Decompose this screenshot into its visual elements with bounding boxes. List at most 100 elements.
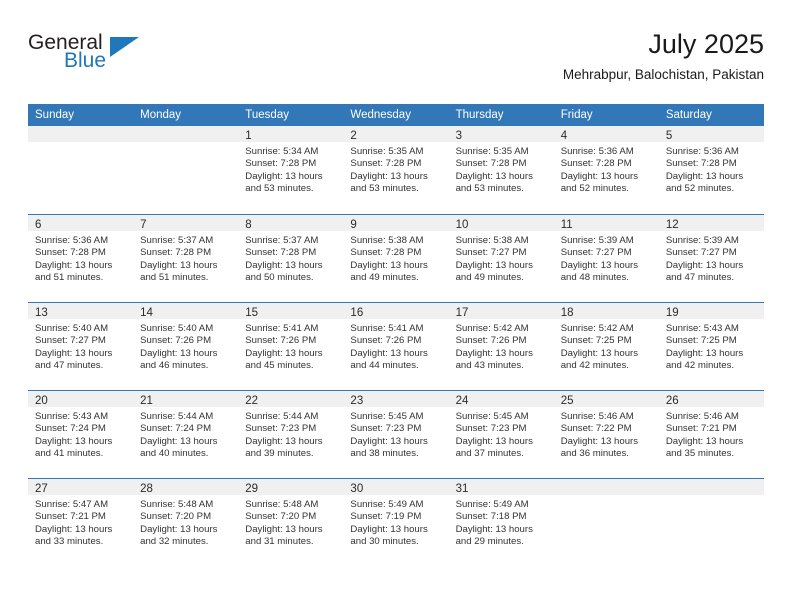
day-number-strip: 4 [553, 126, 659, 142]
day-number-strip: 19 [658, 303, 764, 319]
day-number: 4 [560, 130, 568, 142]
day-number-strip: 29 [238, 479, 344, 495]
calendar-day-cell[interactable]: 23 Sunrise: 5:45 AM Sunset: 7:23 PM Dayligh… [343, 391, 449, 478]
sunset-text: Sunset: 7:26 PM [350, 335, 422, 347]
day-number: 9 [350, 219, 357, 231]
day-number-strip: 17 [448, 303, 554, 319]
day-number: 7 [140, 219, 147, 231]
sunrise-text: Sunrise: 5:44 AM [245, 411, 319, 422]
day-number: 12 [665, 219, 679, 231]
daylight-text: Daylight: 13 hours and 39 minutes. [245, 435, 323, 460]
weekday-header-saturday: Saturday [665, 109, 712, 121]
day-number-strip: 16 [343, 303, 449, 319]
day-number-strip: 6 [28, 215, 134, 231]
day-number: 1 [245, 130, 252, 142]
calendar-week-row: 6 Sunrise: 5:36 AM Sunset: 7:28 PM Daylight… [28, 214, 764, 302]
sunset-text: Sunset: 7:28 PM [350, 158, 422, 170]
day-number-strip: 18 [553, 303, 659, 319]
calendar-day-cell[interactable]: 3 Sunrise: 5:35 AM Sunset: 7:28 PM Daylight… [448, 126, 554, 214]
title-block: July 2025 Mehrabpur, Balochistan, Pakist… [563, 28, 764, 83]
calendar-day-cell[interactable]: 21 Sunrise: 5:44 AM Sunset: 7:24 PM Dayligh… [133, 391, 239, 478]
calendar-day-cell[interactable]: 17 Sunrise: 5:42 AM Sunset: 7:26 PM Dayligh… [448, 303, 554, 390]
day-number-strip: 7 [133, 215, 239, 231]
sunset-text: Sunset: 7:23 PM [350, 423, 422, 435]
calendar-day-cell[interactable]: 18 Sunrise: 5:42 AM Sunset: 7:25 PM Dayligh… [553, 303, 659, 390]
calendar-day-cell[interactable]: 24 Sunrise: 5:45 AM Sunset: 7:23 PM Dayligh… [448, 391, 554, 478]
calendar-day-cell[interactable]: 28 Sunrise: 5:48 AM Sunset: 7:20 PM Dayligh… [133, 479, 239, 566]
calendar-day-cell[interactable]: 12 Sunrise: 5:39 AM Sunset: 7:27 PM Dayligh… [658, 215, 764, 302]
calendar-day-cell-empty [658, 479, 764, 566]
sunrise-text: Sunrise: 5:49 AM [455, 499, 529, 510]
day-number-strip [658, 479, 764, 495]
general-blue-logo[interactable]: General Blue [28, 32, 148, 82]
calendar-day-cell[interactable]: 29 Sunrise: 5:48 AM Sunset: 7:20 PM Dayligh… [238, 479, 344, 566]
day-sun-info: Sunrise: 5:35 AM Sunset: 7:28 PM Daylight:… [449, 142, 554, 196]
sunrise-text: Sunrise: 5:49 AM [350, 499, 424, 510]
sunrise-text: Sunrise: 5:35 AM [350, 146, 424, 157]
calendar-day-cell[interactable]: 26 Sunrise: 5:46 AM Sunset: 7:21 PM Dayligh… [658, 391, 764, 478]
calendar-day-cell[interactable]: 8 Sunrise: 5:37 AM Sunset: 7:28 PM Daylight… [238, 215, 344, 302]
day-number-strip: 13 [28, 303, 134, 319]
sunrise-text: Sunrise: 5:48 AM [245, 499, 319, 510]
daylight-text: Daylight: 13 hours and 49 minutes. [455, 259, 533, 284]
day-sun-info: Sunrise: 5:37 AM Sunset: 7:28 PM Daylight:… [133, 231, 238, 285]
calendar-day-cell[interactable]: 22 Sunrise: 5:44 AM Sunset: 7:23 PM Dayligh… [238, 391, 344, 478]
day-number-strip: 8 [238, 215, 344, 231]
sunset-text: Sunset: 7:18 PM [455, 511, 527, 523]
sunset-text: Sunset: 7:28 PM [140, 247, 212, 259]
sunset-text: Sunset: 7:28 PM [665, 158, 737, 170]
day-number-strip [553, 479, 659, 495]
calendar-day-cell[interactable]: 25 Sunrise: 5:46 AM Sunset: 7:22 PM Dayligh… [553, 391, 659, 478]
day-sun-info: Sunrise: 5:42 AM Sunset: 7:26 PM Daylight:… [449, 319, 554, 373]
calendar-day-cell[interactable]: 5 Sunrise: 5:36 AM Sunset: 7:28 PM Daylight… [658, 126, 764, 214]
calendar-day-cell[interactable]: 19 Sunrise: 5:43 AM Sunset: 7:25 PM Dayligh… [658, 303, 764, 390]
daylight-text: Daylight: 13 hours and 46 minutes. [140, 347, 218, 372]
sunrise-text: Sunrise: 5:37 AM [245, 235, 319, 246]
calendar-day-cell[interactable]: 10 Sunrise: 5:38 AM Sunset: 7:27 PM Dayligh… [448, 215, 554, 302]
sunset-text: Sunset: 7:28 PM [455, 158, 527, 170]
calendar-day-cell[interactable]: 27 Sunrise: 5:47 AM Sunset: 7:21 PM Dayligh… [28, 479, 134, 566]
day-sun-info: Sunrise: 5:40 AM Sunset: 7:26 PM Daylight:… [133, 319, 238, 373]
day-sun-info: Sunrise: 5:43 AM Sunset: 7:24 PM Daylight:… [28, 407, 133, 461]
calendar-day-cell[interactable]: 14 Sunrise: 5:40 AM Sunset: 7:26 PM Dayligh… [133, 303, 239, 390]
day-number-strip: 15 [238, 303, 344, 319]
calendar-day-cell[interactable]: 20 Sunrise: 5:43 AM Sunset: 7:24 PM Dayligh… [28, 391, 134, 478]
daylight-text: Daylight: 13 hours and 29 minutes. [455, 523, 533, 548]
sunset-text: Sunset: 7:23 PM [245, 423, 317, 435]
day-number: 10 [455, 219, 469, 231]
sunset-text: Sunset: 7:28 PM [245, 158, 317, 170]
daylight-text: Daylight: 13 hours and 47 minutes. [35, 347, 113, 372]
day-sun-info: Sunrise: 5:34 AM Sunset: 7:28 PM Daylight:… [238, 142, 343, 196]
calendar-weeks: 1 Sunrise: 5:34 AM Sunset: 7:28 PM Daylight… [28, 126, 764, 566]
calendar-day-cell[interactable]: 11 Sunrise: 5:39 AM Sunset: 7:27 PM Dayligh… [553, 215, 659, 302]
day-sun-info: Sunrise: 5:44 AM Sunset: 7:24 PM Daylight:… [133, 407, 238, 461]
calendar-day-cell[interactable]: 9 Sunrise: 5:38 AM Sunset: 7:28 PM Daylight… [343, 215, 449, 302]
calendar-day-cell[interactable]: 13 Sunrise: 5:40 AM Sunset: 7:27 PM Dayligh… [28, 303, 134, 390]
calendar-day-cell[interactable]: 7 Sunrise: 5:37 AM Sunset: 7:28 PM Daylight… [133, 215, 239, 302]
day-number-strip [28, 126, 134, 142]
day-number: 5 [665, 130, 673, 142]
calendar-day-cell[interactable]: 6 Sunrise: 5:36 AM Sunset: 7:28 PM Daylight… [28, 215, 134, 302]
day-number: 2 [350, 130, 357, 142]
calendar-day-cell[interactable]: 4 Sunrise: 5:36 AM Sunset: 7:28 PM Daylight… [553, 126, 659, 214]
day-number-strip: 5 [658, 126, 764, 142]
calendar-day-cell[interactable]: 15 Sunrise: 5:41 AM Sunset: 7:26 PM Dayligh… [238, 303, 344, 390]
calendar-day-cell[interactable]: 1 Sunrise: 5:34 AM Sunset: 7:28 PM Daylight… [238, 126, 344, 214]
sunrise-text: Sunrise: 5:36 AM [665, 146, 739, 157]
day-sun-info: Sunrise: 5:41 AM Sunset: 7:26 PM Daylight:… [343, 319, 448, 373]
day-number: 20 [35, 395, 48, 407]
day-number-strip: 10 [448, 215, 554, 231]
sunrise-text: Sunrise: 5:43 AM [665, 323, 739, 334]
daylight-text: Daylight: 13 hours and 48 minutes. [560, 259, 639, 284]
calendar-day-cell[interactable]: 2 Sunrise: 5:35 AM Sunset: 7:28 PM Daylight… [343, 126, 449, 214]
calendar-day-cell[interactable]: 31 Sunrise: 5:49 AM Sunset: 7:18 PM Dayligh… [448, 479, 554, 566]
calendar-day-cell[interactable]: 16 Sunrise: 5:41 AM Sunset: 7:26 PM Dayligh… [343, 303, 449, 390]
day-number: 29 [245, 483, 259, 495]
day-number-strip: 1 [238, 126, 344, 142]
daylight-text: Daylight: 13 hours and 44 minutes. [350, 347, 428, 372]
calendar-day-cell[interactable]: 30 Sunrise: 5:49 AM Sunset: 7:19 PM Dayligh… [343, 479, 449, 566]
day-sun-info: Sunrise: 5:38 AM Sunset: 7:28 PM Daylight:… [343, 231, 448, 285]
sunset-text: Sunset: 7:26 PM [455, 335, 527, 347]
sunset-text: Sunset: 7:28 PM [245, 247, 317, 259]
sunset-text: Sunset: 7:21 PM [35, 511, 106, 523]
